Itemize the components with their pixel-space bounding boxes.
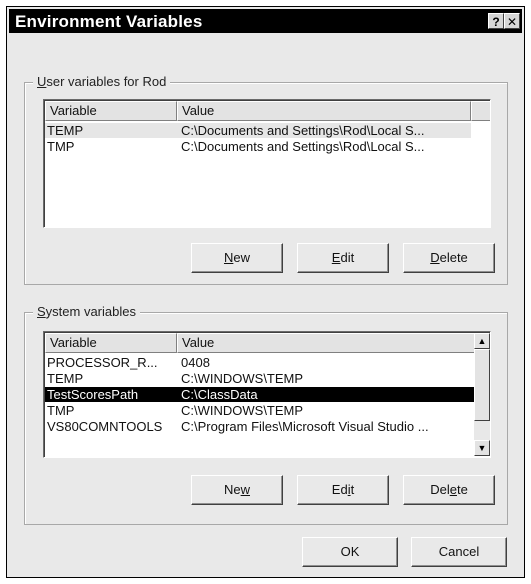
user-list-header: Variable Value: [45, 101, 490, 121]
user-variables-group: User variables for Rod Variable Value TE…: [24, 74, 508, 285]
user-edit-button[interactable]: Edit: [297, 243, 389, 273]
variable-name: PROCESSOR_R...: [47, 355, 158, 370]
system-variables-legend: System variables: [33, 304, 140, 319]
variable-name: TMP: [47, 403, 75, 418]
user-variables-list[interactable]: Variable Value TEMP C:\Documents and Set…: [43, 99, 491, 228]
scroll-up-button[interactable]: ▲: [474, 333, 490, 349]
title-bar[interactable]: Environment Variables ? ✕: [9, 9, 522, 33]
column-header-value[interactable]: Value: [177, 333, 475, 353]
variable-value: C:\ClassData: [181, 387, 258, 402]
system-delete-button[interactable]: Delete: [403, 475, 495, 505]
table-row[interactable]: TEMP C:\Documents and Settings\Rod\Local…: [45, 123, 471, 138]
help-icon: ?: [492, 15, 500, 29]
system-variables-group: System variables Variable Value PROCESSO…: [24, 304, 508, 525]
table-row[interactable]: TMP C:\WINDOWS\TEMP: [45, 403, 475, 418]
vertical-scrollbar[interactable]: ▲ ▼: [474, 333, 490, 456]
scrollbar-thumb[interactable]: [474, 349, 490, 421]
environment-variables-dialog: Environment Variables ? ✕ User variables…: [6, 6, 525, 578]
column-header-variable[interactable]: Variable: [45, 101, 177, 121]
cancel-button[interactable]: Cancel: [411, 537, 507, 567]
column-header-variable[interactable]: Variable: [45, 333, 177, 353]
user-delete-button[interactable]: Delete: [403, 243, 495, 273]
column-header-filler: [471, 101, 490, 121]
table-row-selected[interactable]: TestScoresPath C:\ClassData: [45, 387, 475, 402]
variable-value: C:\WINDOWS\TEMP: [181, 403, 304, 418]
variable-value: 0408: [181, 355, 210, 370]
variable-value: C:\Program Files\Microsoft Visual Studio…: [181, 419, 429, 434]
arrow-down-icon: ▼: [477, 443, 487, 453]
variable-name: TEMP: [47, 123, 84, 138]
close-icon: ✕: [506, 15, 518, 29]
dialog-title: Environment Variables: [15, 12, 203, 31]
user-new-button[interactable]: New: [191, 243, 283, 273]
system-variables-list[interactable]: Variable Value PROCESSOR_R... 0408 TEMP …: [43, 331, 491, 458]
system-edit-button[interactable]: Edit: [297, 475, 389, 505]
variable-name: VS80COMNTOOLS: [47, 419, 163, 434]
close-button[interactable]: ✕: [504, 13, 520, 29]
system-list-header: Variable Value: [45, 333, 475, 353]
help-button[interactable]: ?: [488, 13, 504, 29]
ok-button[interactable]: OK: [302, 537, 398, 567]
table-row[interactable]: VS80COMNTOOLS C:\Program Files\Microsoft…: [45, 419, 475, 434]
variable-value: C:\Documents and Settings\Rod\Local S...: [181, 139, 425, 154]
scroll-down-button[interactable]: ▼: [474, 440, 490, 456]
user-variables-legend: User variables for Rod: [33, 74, 171, 89]
variable-name: TestScoresPath: [47, 387, 139, 402]
variable-value: C:\WINDOWS\TEMP: [181, 371, 304, 386]
variable-value: C:\Documents and Settings\Rod\Local S...: [181, 123, 425, 138]
table-row[interactable]: TEMP C:\WINDOWS\TEMP: [45, 371, 475, 386]
table-row[interactable]: TMP C:\Documents and Settings\Rod\Local …: [45, 139, 471, 154]
variable-name: TMP: [47, 139, 75, 154]
table-row[interactable]: PROCESSOR_R... 0408: [45, 355, 475, 370]
variable-name: TEMP: [47, 371, 84, 386]
system-new-button[interactable]: New: [191, 475, 283, 505]
arrow-up-icon: ▲: [477, 336, 487, 346]
column-header-value[interactable]: Value: [177, 101, 471, 121]
